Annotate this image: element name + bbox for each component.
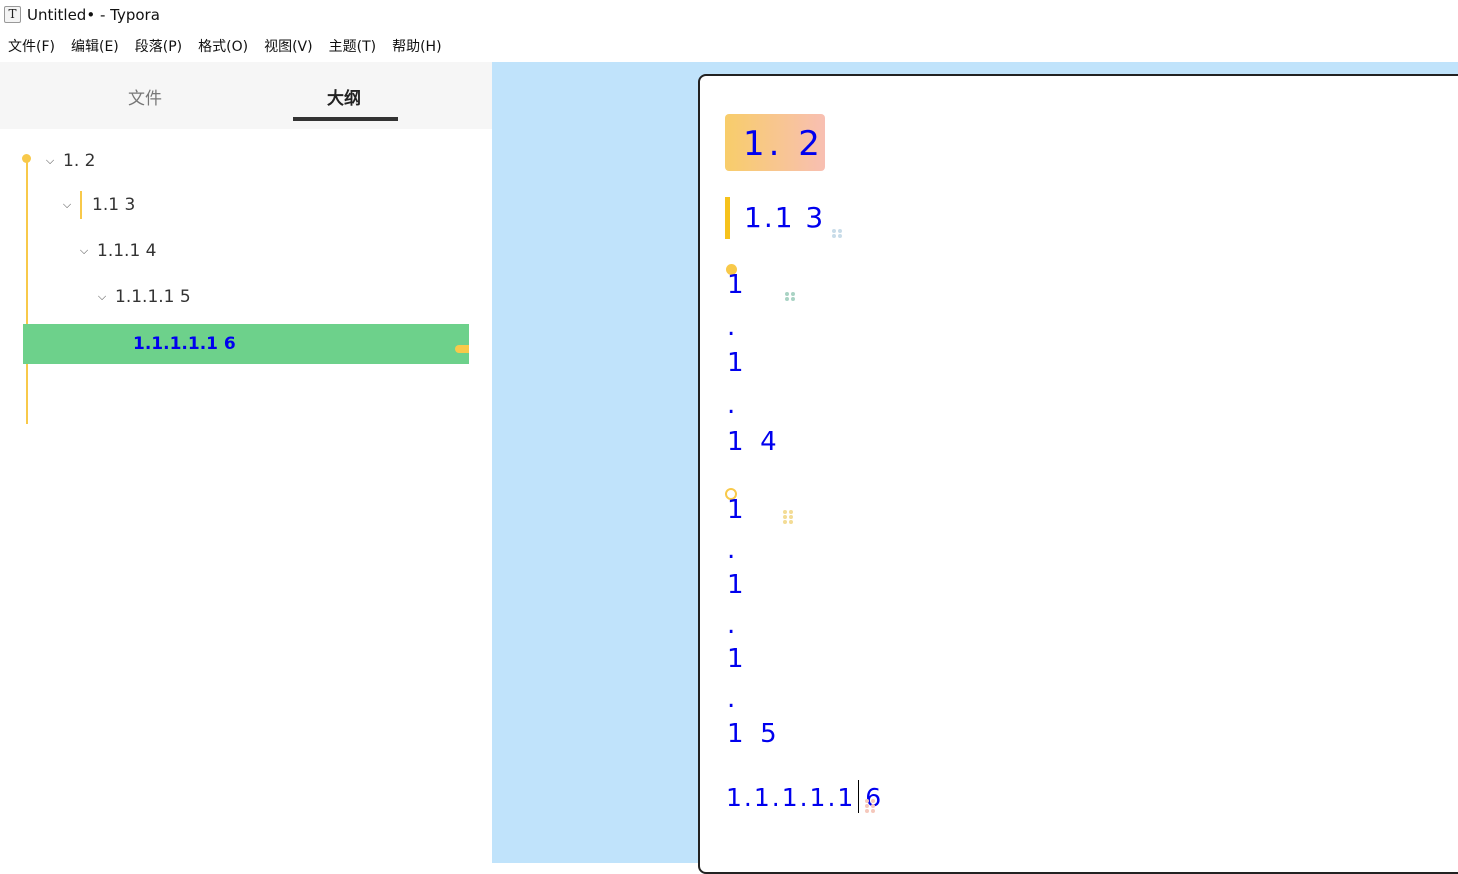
menu-help[interactable]: 帮助(H) xyxy=(392,36,441,58)
menu-paragraph[interactable]: 段落(P) xyxy=(135,36,182,58)
heading-4-line[interactable]: . xyxy=(727,684,735,714)
outline-item-label: 1.1 3 xyxy=(92,195,136,215)
chevron-down-icon[interactable]: ⌵ xyxy=(95,290,109,304)
outline-marker-dot xyxy=(22,154,31,163)
heading-3-line[interactable]: . xyxy=(727,312,735,342)
chevron-down-icon[interactable]: ⌵ xyxy=(43,154,57,168)
active-tab-indicator xyxy=(293,117,398,121)
outline-item-label: 1. 2 xyxy=(63,151,96,171)
text-caret xyxy=(858,780,859,813)
menu-bar: 文件(F) 编辑(E) 段落(P) 格式(O) 视图(V) 主题(T) 帮助(H… xyxy=(0,36,450,58)
drag-handle-icon[interactable] xyxy=(832,229,844,241)
outline-item-level1[interactable]: ⌵ 1. 2 xyxy=(43,144,96,178)
drag-handle-icon[interactable] xyxy=(785,292,797,304)
menu-themes[interactable]: 主题(T) xyxy=(329,36,376,58)
menu-file[interactable]: 文件(F) xyxy=(8,36,55,58)
outline-item-level4[interactable]: ⌵ 1.1.1.1 5 xyxy=(95,280,191,314)
outline-item-label: 1.1.1.1.1 6 xyxy=(133,334,236,354)
outline-rail xyxy=(26,160,28,424)
outline-item-label: 1.1.1.1 5 xyxy=(115,287,191,307)
chevron-down-icon[interactable]: ⌵ xyxy=(60,198,74,212)
chevron-down-icon[interactable]: ⌵ xyxy=(77,244,91,258)
menu-edit[interactable]: 编辑(E) xyxy=(71,36,119,58)
heading-1-text[interactable]: 1. 2 xyxy=(743,124,824,164)
heading-4-line[interactable]: 1 xyxy=(727,644,744,674)
heading-3-line[interactable]: 1 4 xyxy=(727,427,777,457)
heading-4-line[interactable]: . xyxy=(727,610,735,640)
tab-outline[interactable]: 大纲 xyxy=(327,84,361,109)
active-item-marker xyxy=(455,345,469,353)
heading-3-line[interactable]: 1 xyxy=(727,270,744,300)
outline-item-label: 1.1.1 4 xyxy=(97,241,157,261)
heading-4-line[interactable]: 1 xyxy=(727,570,744,600)
heading-2-text[interactable]: 1.1 3 xyxy=(744,201,825,234)
menu-view[interactable]: 视图(V) xyxy=(264,36,313,58)
drag-handle-icon[interactable] xyxy=(865,799,877,813)
editor-page[interactable] xyxy=(698,74,1458,874)
window-title: Untitled• - Typora xyxy=(27,6,160,24)
outline-item-level5-active[interactable]: 1.1.1.1.1 6 xyxy=(23,324,469,364)
outline-item-level2[interactable]: ⌵ 1.1 3 xyxy=(60,188,135,222)
heading-2-accent-bar xyxy=(725,197,730,239)
heading-4-line[interactable]: 1 5 xyxy=(727,719,777,749)
drag-handle-icon[interactable] xyxy=(783,510,795,524)
sidebar: 文件 大纲 ⌵ 1. 2 ⌵ 1.1 3 ⌵ 1.1.1 4 ⌵ 1.1.1.1… xyxy=(0,62,492,863)
sidebar-tabs: 文件 大纲 xyxy=(0,62,492,129)
outline-level-bar xyxy=(80,191,82,219)
title-bar: T Untitled• - Typora xyxy=(0,0,1458,30)
heading-4-line[interactable]: . xyxy=(727,535,735,565)
typora-app-icon: T xyxy=(4,6,21,23)
tab-files[interactable]: 文件 xyxy=(128,84,162,109)
outline-item-level3[interactable]: ⌵ 1.1.1 4 xyxy=(77,234,157,268)
heading-5-text[interactable]: 1.1.1.1.1 6 xyxy=(726,783,883,812)
menu-format[interactable]: 格式(O) xyxy=(198,36,248,58)
heading-3-line[interactable]: 1 xyxy=(727,348,744,378)
heading-4-line[interactable]: 1 xyxy=(727,495,744,525)
heading-3-line[interactable]: . xyxy=(727,390,735,420)
